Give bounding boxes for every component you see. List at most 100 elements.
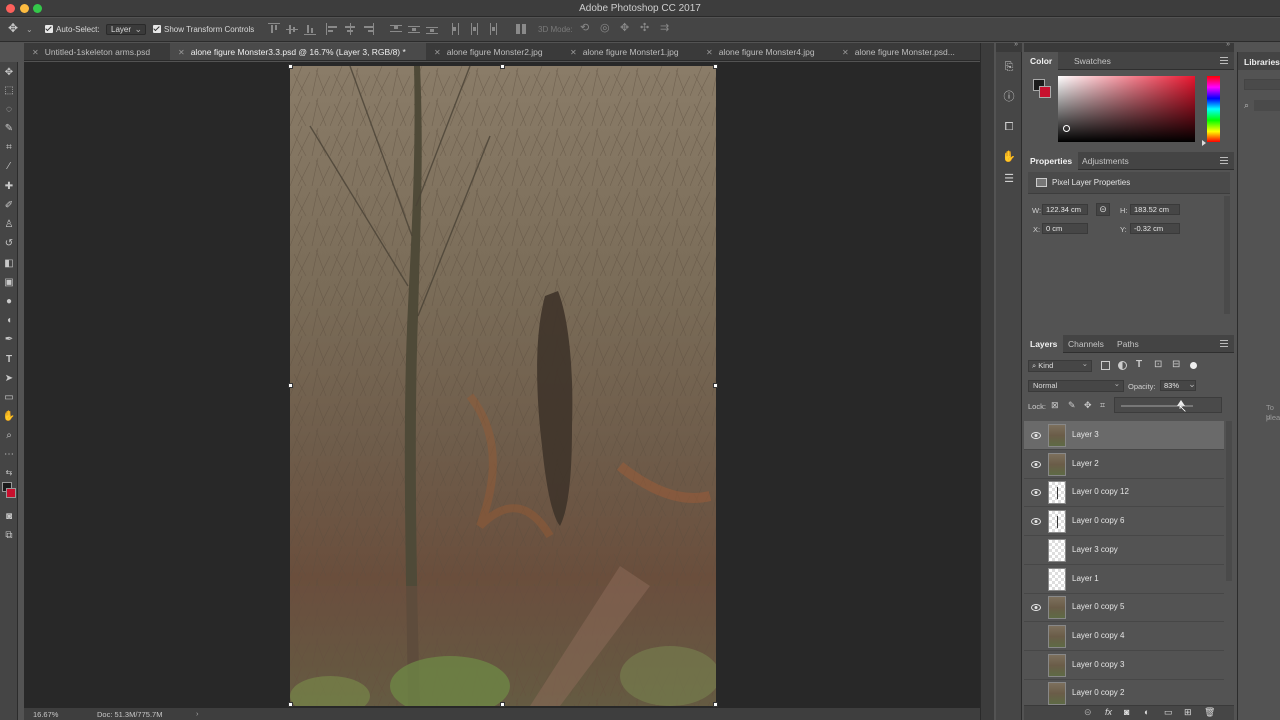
collapse-strip[interactable]: » <box>996 41 1022 52</box>
layer-thumbnail[interactable] <box>1048 424 1066 447</box>
visibility-eye-icon[interactable] <box>1031 603 1041 612</box>
status-menu-arrow-icon[interactable]: › <box>196 709 199 718</box>
libraries-dropdown[interactable] <box>1244 79 1280 90</box>
collapse-panels-icon[interactable]: » <box>1226 41 1230 48</box>
layer-name[interactable]: Layer 1 <box>1072 574 1099 583</box>
type-tool-icon[interactable]: T <box>2 353 16 367</box>
new-group-icon[interactable]: ▭ <box>1164 707 1173 718</box>
document-canvas[interactable] <box>290 66 716 706</box>
transform-handle[interactable] <box>713 383 718 388</box>
width-field[interactable]: 122.34 cm <box>1042 204 1088 215</box>
document-tab[interactable]: ✕ alone figure Monster.psd... <box>834 43 980 60</box>
visibility-toggle-empty[interactable] <box>1031 661 1041 670</box>
3d-roll-icon[interactable]: ◎ <box>600 21 610 35</box>
layer-name[interactable]: Layer 0 copy 12 <box>1072 487 1129 496</box>
zoom-level[interactable]: 16.67% <box>33 710 58 719</box>
document-tab[interactable]: ✕ alone figure Monster1.jpg <box>562 43 698 60</box>
adjustments-panel-icon[interactable]: ☰ <box>1001 172 1017 186</box>
document-tab[interactable]: ✕ alone figure Monster2.jpg <box>426 43 562 60</box>
rectangle-tool-icon[interactable]: ▭ <box>2 391 16 405</box>
visibility-toggle-empty[interactable] <box>1031 689 1041 698</box>
color-picker-circle[interactable] <box>1063 125 1070 132</box>
3d-scale-icon[interactable]: ⇉ <box>660 21 669 35</box>
add-mask-icon[interactable]: ◙ <box>1124 707 1129 717</box>
close-tab-icon[interactable]: ✕ <box>434 48 441 57</box>
align-bottom-edges-icon[interactable] <box>304 23 316 35</box>
brush-tool-icon[interactable]: ✐ <box>2 199 16 213</box>
distribute-right-edges-icon[interactable] <box>486 23 498 35</box>
transform-handle[interactable] <box>500 702 505 707</box>
layer-style-fx-icon[interactable]: fx <box>1105 707 1112 717</box>
screen-mode-icon[interactable]: ⧉ <box>2 529 16 543</box>
hand-tool-icon[interactable]: ✋ <box>2 410 16 424</box>
align-right-edges-icon[interactable] <box>362 23 374 35</box>
lock-transparent-pixels-icon[interactable]: ⊠ <box>1051 400 1059 411</box>
libraries-search-input[interactable] <box>1254 100 1280 111</box>
panel-menu-icon[interactable] <box>1220 157 1228 164</box>
visibility-eye-icon[interactable] <box>1031 517 1041 526</box>
filter-shape-icon[interactable]: ⊡ <box>1154 359 1162 370</box>
tab-adjustments[interactable]: Adjustments <box>1076 152 1135 170</box>
layer-name[interactable]: Layer 0 copy 3 <box>1072 660 1124 669</box>
panel-menu-icon[interactable] <box>1220 57 1228 64</box>
layer-thumbnail[interactable] <box>1048 452 1066 476</box>
close-tab-icon[interactable]: ✕ <box>570 48 577 57</box>
info-panel-icon[interactable]: ⓘ <box>1001 90 1017 104</box>
layer-name[interactable]: Layer 3 copy <box>1072 545 1118 554</box>
crop-tool-icon[interactable]: ⌗ <box>2 141 16 155</box>
eyedropper-tool-icon[interactable]: ⁄ <box>2 160 16 174</box>
auto-select-checkbox[interactable]: Auto-Select: <box>45 23 100 37</box>
layer-row[interactable]: Layer 0 copy 3 <box>1024 651 1224 680</box>
layer-name[interactable]: Layer 2 <box>1072 459 1099 468</box>
3d-pan-icon[interactable]: ✥ <box>620 21 629 35</box>
transform-handle[interactable] <box>288 702 293 707</box>
layer-name[interactable]: Layer 0 copy 2 <box>1072 688 1124 697</box>
distribute-top-edges-icon[interactable] <box>390 23 402 35</box>
document-tab[interactable]: ✕ alone figure Monster4.jpg <box>698 43 834 60</box>
zoom-tool-icon[interactable]: ⌕ <box>2 429 16 443</box>
3d-slide-icon[interactable]: ✣ <box>640 21 649 35</box>
layer-row[interactable]: Layer 0 copy 6 <box>1024 507 1224 537</box>
gradient-tool-icon[interactable]: ▣ <box>2 276 16 290</box>
tab-properties[interactable]: Properties <box>1024 152 1079 170</box>
lasso-tool-icon[interactable]: ◌ <box>2 103 16 117</box>
layer-row[interactable]: Layer 0 copy 2 <box>1024 679 1224 709</box>
visibility-eye-icon[interactable] <box>1031 431 1041 440</box>
show-transform-controls-checkbox[interactable]: Show Transform Controls <box>153 23 254 37</box>
background-color-chip[interactable] <box>1039 86 1051 98</box>
x-field[interactable]: 0 cm <box>1042 223 1088 234</box>
tab-channels[interactable]: Channels <box>1062 335 1110 353</box>
visibility-eye-icon[interactable] <box>1031 460 1041 469</box>
opacity-dropdown-chevron-icon[interactable]: ⌄ <box>1187 379 1197 391</box>
layers-scrollbar[interactable] <box>1226 421 1232 581</box>
align-horizontal-centers-icon[interactable] <box>344 23 356 35</box>
lock-image-pixels-icon[interactable]: ✎ <box>1068 400 1076 411</box>
transform-handle[interactable] <box>500 64 505 69</box>
document-tab-active[interactable]: ✕ alone figure Monster3.3.psd @ 16.7% (La… <box>170 43 426 60</box>
tab-swatches[interactable]: Swatches <box>1068 52 1117 70</box>
distribute-left-edges-icon[interactable] <box>450 23 462 35</box>
layer-row[interactable]: Layer 0 copy 5 <box>1024 593 1224 623</box>
eraser-tool-icon[interactable]: ◧ <box>2 257 16 271</box>
layer-thumbnail[interactable] <box>1048 653 1066 677</box>
canvas-area[interactable] <box>24 62 980 708</box>
layer-name[interactable]: Layer 0 copy 5 <box>1072 602 1124 611</box>
layer-row[interactable]: Layer 3 <box>1024 421 1224 450</box>
path-selection-tool-icon[interactable]: ➤ <box>2 372 16 386</box>
visibility-toggle-empty[interactable] <box>1031 632 1041 641</box>
collapse-strip[interactable]: » <box>1024 41 1234 52</box>
clone-stamp-tool-icon[interactable]: ♙ <box>2 218 16 232</box>
background-color-swatch[interactable] <box>6 488 16 498</box>
align-left-edges-icon[interactable] <box>326 23 338 35</box>
auto-select-dropdown[interactable]: Layer <box>106 24 147 35</box>
lock-artboard-icon[interactable]: ⌗ <box>1100 400 1105 411</box>
filter-type-icon[interactable]: T <box>1136 359 1142 370</box>
distribute-horizontal-centers-icon[interactable] <box>468 23 480 35</box>
opacity-slider-popup[interactable] <box>1114 397 1222 413</box>
brush-settings-panel-icon[interactable]: ⧠ <box>1001 120 1017 134</box>
color-field[interactable] <box>1058 76 1195 142</box>
marquee-tool-icon[interactable]: ⬚ <box>2 84 16 98</box>
close-tab-icon[interactable]: ✕ <box>178 48 185 57</box>
history-panel-icon[interactable]: ⎘ <box>1001 60 1017 74</box>
layer-row[interactable]: Layer 3 copy <box>1024 536 1224 565</box>
